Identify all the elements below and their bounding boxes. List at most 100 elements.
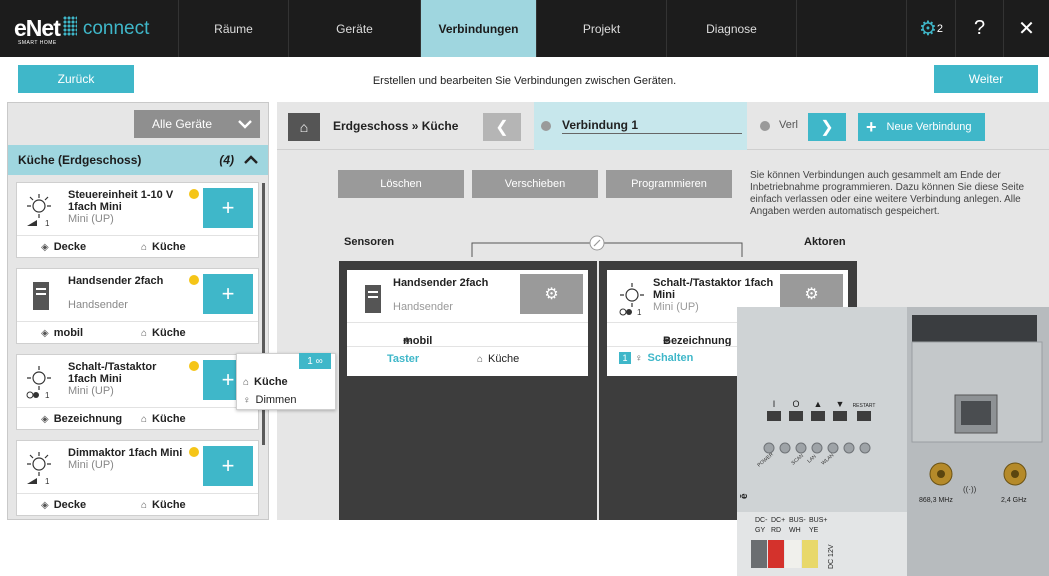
close-button[interactable]: ✕ [1003,0,1049,57]
device-card[interactable]: Handsender 2fach Handsender + ◈ mobil ⌂ Küc… [16,268,259,344]
device-card[interactable]: 1 Schalt-/Tastaktor 1fach Mini Mini (UP) … [16,354,259,430]
room-header[interactable]: Küche (Erdgeschoss) (4) [8,145,268,175]
tab-verbindungen[interactable]: Verbindungen [420,0,536,57]
device-name: Handsender 2fach Handsender [68,275,164,311]
status-dot [189,361,199,371]
tab-diagnose[interactable]: Diagnose [666,0,796,57]
tag-icon: ◈ [41,413,49,425]
tab-connection-next[interactable]: Verl [757,102,807,150]
sensor-function-row[interactable]: Taster ⌂ Küche [347,346,588,370]
home-button[interactable]: ⌂ [288,113,320,141]
info-text: Sie können Verbindungen auch gesammelt a… [750,170,1025,217]
tab-geraete[interactable]: Geräte [288,0,420,57]
delete-button[interactable]: Löschen [338,170,464,198]
device-card[interactable]: 1 Steuereinheit 1-10 V 1fach Mini Mini (U… [16,182,259,258]
status-dot [189,275,199,285]
logo-subtitle: SMART HOME [18,40,57,46]
connection-name: Verl [779,119,798,131]
home-icon: ⌂ [141,413,148,425]
tag-icon: ◈ [41,327,49,339]
popup-function[interactable]: ♀ Dimmen [243,394,296,406]
svg-text:RD: RD [771,527,781,534]
svg-text:DC+: DC+ [771,517,785,524]
plus-icon: + [866,116,877,137]
chevron-right-icon: ❯ [820,119,834,136]
gear-icon: ⚙ [804,286,819,303]
svg-text:▼: ▼ [836,399,845,409]
device-footer: ◈ mobil ⌂ Küche [17,321,258,343]
popup-room: ⌂ Küche [243,376,288,388]
svg-text:DC-: DC- [755,517,768,524]
sensor-settings-button[interactable]: ⚙ [520,274,583,314]
svg-text:DC 12V: DC 12V [828,544,835,569]
new-connection-button[interactable]: + Neue Verbindung [858,113,985,141]
device-name: Dimmaktor 1fach Mini Mini (UP) [68,447,183,471]
room-count: (4) [219,153,234,167]
settings-badge: 2 [936,22,944,35]
status-dot [189,447,199,457]
home-icon: ⌂ [477,354,484,365]
add-device-button[interactable]: + [203,274,253,314]
gear-icon: ⚙ [918,18,937,40]
enet-server-image: 868,3 MHz 2,4 GHz ((·)) I O ▲ ▼ RESTART … [737,307,1049,576]
program-button[interactable]: Programmieren [606,170,732,198]
handheld-sender-icon [365,285,381,313]
connection-status-dot [760,121,770,131]
next-button[interactable]: Weiter [934,65,1038,93]
chevron-down-icon [238,120,252,129]
svg-text:ē: ē [739,493,750,499]
sensor-tag-row: ◈ mobil [347,322,588,347]
svg-text:1: 1 [45,219,50,227]
logo-dots-icon [62,15,77,36]
link-icon: ∞ [315,355,323,367]
handheld-sender-icon [33,282,49,310]
device-footer: ◈ Bezeichnung ⌂ Küche [17,407,258,429]
device-function-popup[interactable]: 1 ∞ ⌂ Küche ♀ Dimmen [236,353,336,410]
add-device-button[interactable]: + [203,446,253,486]
svg-text:1: 1 [637,308,642,316]
sensor-name: Handsender 2fach Handsender [393,277,489,313]
sensor-card[interactable]: Handsender 2fach Handsender ⚙ ◈ mobil Tast… [347,270,588,376]
actors-label: Aktoren [804,236,846,248]
connection-name-field[interactable]: Verbindung 1 [562,118,742,134]
home-icon: ⌂ [141,241,148,253]
new-connection-label: Neue Verbindung [886,121,972,133]
chevron-left-icon: ❮ [495,119,509,136]
room-title: Küche (Erdgeschoss) [18,153,142,167]
svg-text:868,3 MHz: 868,3 MHz [919,497,953,504]
device-filter-select[interactable]: Alle Geräte [134,110,260,138]
device-name: Steuereinheit 1-10 V 1fach Mini Mini (UP) [68,189,174,225]
move-button[interactable]: Verschieben [472,170,598,198]
svg-text:▲: ▲ [814,399,823,409]
svg-text:BUS+: BUS+ [809,517,827,524]
breadcrumb: Erdgeschoss » Küche [333,119,459,133]
bulb-icon: ♀ [635,353,643,364]
switch-actuator-icon: 1 [26,366,51,399]
svg-text:WH: WH [789,527,801,534]
next-connection-button[interactable]: ❯ [808,113,846,141]
svg-text:BUS-: BUS- [789,517,806,524]
device-card[interactable]: 1 Dimmaktor 1fach Mini Mini (UP) + ◈ Decke… [16,440,259,516]
previous-connection-button[interactable]: ❮ [483,113,521,141]
svg-text:1: 1 [45,391,50,399]
tab-raeume[interactable]: Räume [178,0,288,57]
app-window: eNet connect SMART HOME Räume Geräte Ver… [0,0,1049,576]
bulb-icon: ♀ [243,395,251,406]
status-dot [189,189,199,199]
sensor-function: Taster [387,353,420,365]
device-name: Schalt-/Tastaktor 1fach Mini Mini (UP) [68,361,157,397]
svg-text:((·)): ((·)) [963,485,977,494]
tab-connection-current[interactable]: Verbindung 1 [534,102,747,150]
logo-text: eNet [14,15,61,41]
function-number-badge: 1 [619,352,631,364]
tab-projekt[interactable]: Projekt [536,0,666,57]
home-icon: ⌂ [141,327,148,339]
svg-text:O: O [792,399,799,409]
dimmer-icon: 1 [27,452,51,485]
settings-button[interactable]: ⚙ 2 [906,0,955,57]
add-device-button[interactable]: + [203,188,253,228]
help-button[interactable]: ? [955,0,1003,57]
top-navigation: eNet connect SMART HOME Räume Geräte Ver… [0,0,1049,57]
popup-badge: 1 ∞ [299,353,331,369]
chevron-up-icon[interactable] [244,155,258,165]
